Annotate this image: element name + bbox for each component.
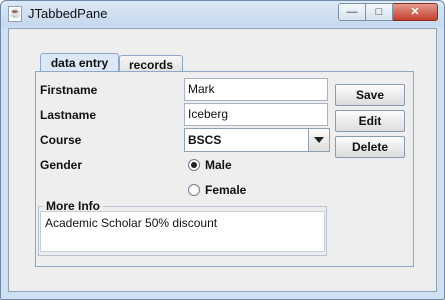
chevron-down-icon[interactable] — [308, 129, 329, 151]
java-icon: ☕ — [8, 6, 22, 22]
window-title: JTabbedPane — [28, 6, 108, 21]
gender-female-radio[interactable] — [188, 184, 200, 196]
title-bar[interactable]: ☕ JTabbedPane — □ ✕ — [1, 1, 444, 27]
minimize-button[interactable]: — — [338, 3, 366, 21]
course-selected-value: BSCS — [188, 133, 222, 147]
course-select[interactable]: BSCS — [184, 128, 330, 152]
firstname-field[interactable]: Mark — [184, 78, 328, 101]
lastname-label: Lastname — [40, 108, 97, 122]
tab-data-entry[interactable]: data entry — [40, 53, 119, 73]
gender-label: Gender — [40, 158, 83, 172]
more-info-group: More Info Academic Scholar 50% discount — [38, 199, 327, 256]
firstname-label: Firstname — [40, 83, 98, 97]
save-button[interactable]: Save — [335, 84, 405, 106]
course-label: Course — [40, 133, 82, 147]
edit-button[interactable]: Edit — [335, 110, 405, 132]
more-info-textarea[interactable]: Academic Scholar 50% discount — [40, 211, 325, 252]
tab-panel-data-entry: Firstname Lastname Course Gender Mark Ic… — [35, 71, 414, 267]
gender-female-label[interactable]: Female — [205, 183, 246, 197]
app-window: ☕ JTabbedPane — □ ✕ data entry records F… — [0, 0, 445, 300]
gender-male-label[interactable]: Male — [205, 158, 232, 172]
lastname-field[interactable]: Iceberg — [184, 103, 328, 126]
maximize-button[interactable]: □ — [366, 3, 393, 21]
gender-male-radio[interactable] — [188, 159, 200, 171]
delete-button[interactable]: Delete — [335, 136, 405, 158]
close-button[interactable]: ✕ — [393, 3, 438, 21]
